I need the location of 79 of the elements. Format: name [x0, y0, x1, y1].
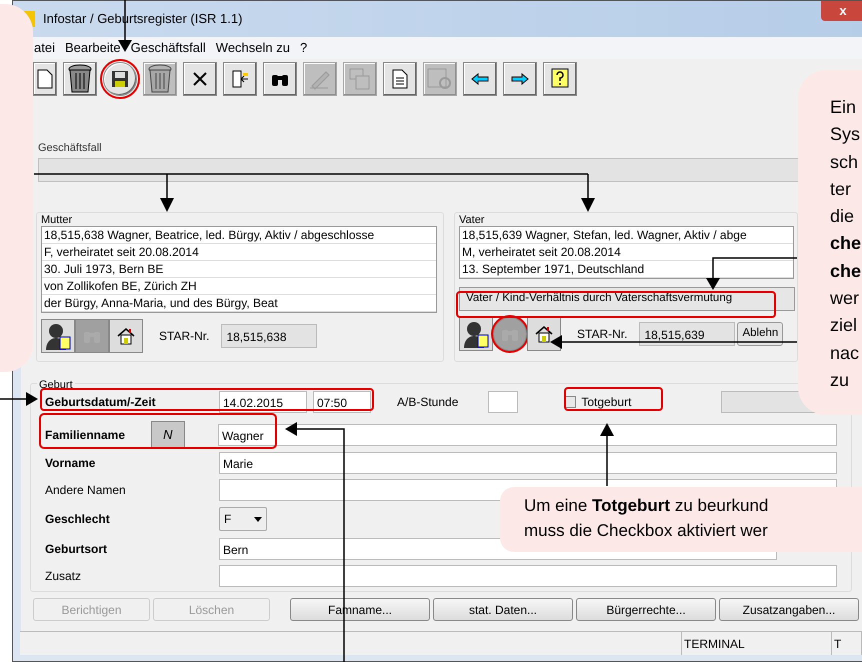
- toolbar-button[interactable]: [503, 62, 537, 96]
- input-field[interactable]: 14.02.2015: [219, 391, 307, 413]
- sex-dropdown[interactable]: F: [219, 507, 267, 531]
- input-field[interactable]: [219, 565, 837, 587]
- menu-item[interactable]: Bearbeite: [64, 38, 121, 58]
- callout-note: Um eine Totgeburt zu beurkund muss die Checkbox aktiviert wer: [500, 487, 862, 552]
- reject-button[interactable]: Ablehn: [737, 322, 784, 346]
- group-label: Mutter: [41, 214, 74, 226]
- close-icon: [193, 72, 207, 86]
- toolbar-button[interactable]: [33, 62, 57, 96]
- toolbar-button[interactable]: [383, 62, 417, 96]
- toolbar-button[interactable]: [543, 62, 577, 96]
- info-line: M, verheiratet seit 20.08.2014: [460, 244, 793, 261]
- help-icon: [551, 68, 569, 90]
- search-button[interactable]: [493, 317, 527, 351]
- toolbar-button[interactable]: [103, 62, 137, 96]
- star-number-field: 18,515,639: [639, 322, 736, 346]
- callout-note: Ein Sys sch ter die che che wer ziel nac zu: [798, 70, 862, 415]
- info-line: 18,515,638 Wagner, Beatrice, led. Bürgy, Aktiv / abgeschlosse: [42, 227, 436, 244]
- info-line: 18,515,639 Wagner, Stefan, led. Wagner, Aktiv / abge: [460, 227, 793, 244]
- toolbar-button[interactable]: [63, 62, 97, 96]
- house-icon: [117, 327, 135, 345]
- person-card-icon: [463, 320, 489, 348]
- annotation-arrow: [600, 423, 614, 486]
- toolbar-button[interactable]: [183, 62, 217, 96]
- person-card-icon: [45, 322, 71, 350]
- input-field[interactable]: Wagner: [218, 424, 837, 446]
- menu-item[interactable]: ?: [300, 38, 308, 58]
- group-label: Vater: [459, 214, 486, 226]
- close-button[interactable]: x: [821, 1, 862, 21]
- input-field[interactable]: Marie: [219, 452, 837, 474]
- field-label: Andere Namen: [45, 482, 127, 499]
- status-panel: T: [832, 632, 862, 655]
- action-button[interactable]: Zusatzangaben...: [719, 598, 859, 621]
- action-button[interactable]: Bürgerrechte...: [576, 598, 716, 621]
- star-number-label: STAR-Nr.: [577, 326, 628, 343]
- field-label: Vorname: [45, 455, 96, 472]
- star-number-field: 18,515,638: [221, 324, 318, 348]
- field-label: Zusatz: [45, 568, 82, 585]
- info-line: F, verheiratet seit 20.08.2014: [42, 244, 436, 261]
- input-field[interactable]: 07:50: [313, 391, 371, 413]
- trash-icon: [67, 64, 93, 94]
- annotation-arrow: [0, 392, 38, 406]
- section-label: Geschäftsfall: [38, 141, 103, 154]
- info-line: von Zollikofen BE, Zürich ZH: [42, 278, 436, 295]
- menu-item[interactable]: atei: [34, 38, 55, 58]
- person-button[interactable]: [41, 319, 75, 353]
- left-arrow-icon: [471, 73, 489, 85]
- document-icon: [37, 69, 53, 89]
- info-line: 13. September 1971, Deutschland: [460, 261, 793, 278]
- toolbar-button[interactable]: [223, 62, 257, 96]
- home-button[interactable]: [527, 317, 561, 351]
- toolbar-button[interactable]: [463, 62, 497, 96]
- door-arrow-icon: [230, 69, 250, 89]
- menu-item[interactable]: Geschäftsfall: [130, 38, 206, 58]
- page-icon: [392, 69, 408, 89]
- toolbar-button[interactable]: [263, 62, 297, 96]
- documents-icon: [348, 67, 372, 91]
- input-field[interactable]: [488, 391, 518, 413]
- checkbox-label: Totgeburt: [581, 394, 632, 411]
- trash-icon: [147, 64, 173, 94]
- info-line: der Bürgy, Anna-Maria, und des Bürgy, Beat: [42, 295, 436, 312]
- field-label: Familienname: [45, 427, 126, 444]
- field-label: Geburtsdatum/-Zeit: [45, 394, 157, 411]
- caret-icon: [254, 516, 262, 522]
- field-label: Geschlecht: [45, 511, 111, 528]
- name-button[interactable]: N: [151, 421, 185, 449]
- house-icon: [535, 325, 553, 343]
- status-panel: TERMINAL: [682, 632, 832, 655]
- menu-item[interactable]: Wechseln zu: [216, 38, 290, 58]
- field-label: A/B-Stunde: [397, 394, 458, 411]
- right-arrow-icon: [511, 73, 529, 85]
- magnifier-page-icon: [427, 67, 453, 91]
- person-button[interactable]: [459, 317, 493, 351]
- field-label: Geburtsort: [45, 541, 108, 558]
- home-button[interactable]: [109, 319, 143, 353]
- star-number-label: STAR-Nr.: [159, 328, 210, 345]
- info-line: 30. Juli 1973, Bern BE: [42, 261, 436, 278]
- action-button[interactable]: stat. Daten...: [433, 598, 573, 621]
